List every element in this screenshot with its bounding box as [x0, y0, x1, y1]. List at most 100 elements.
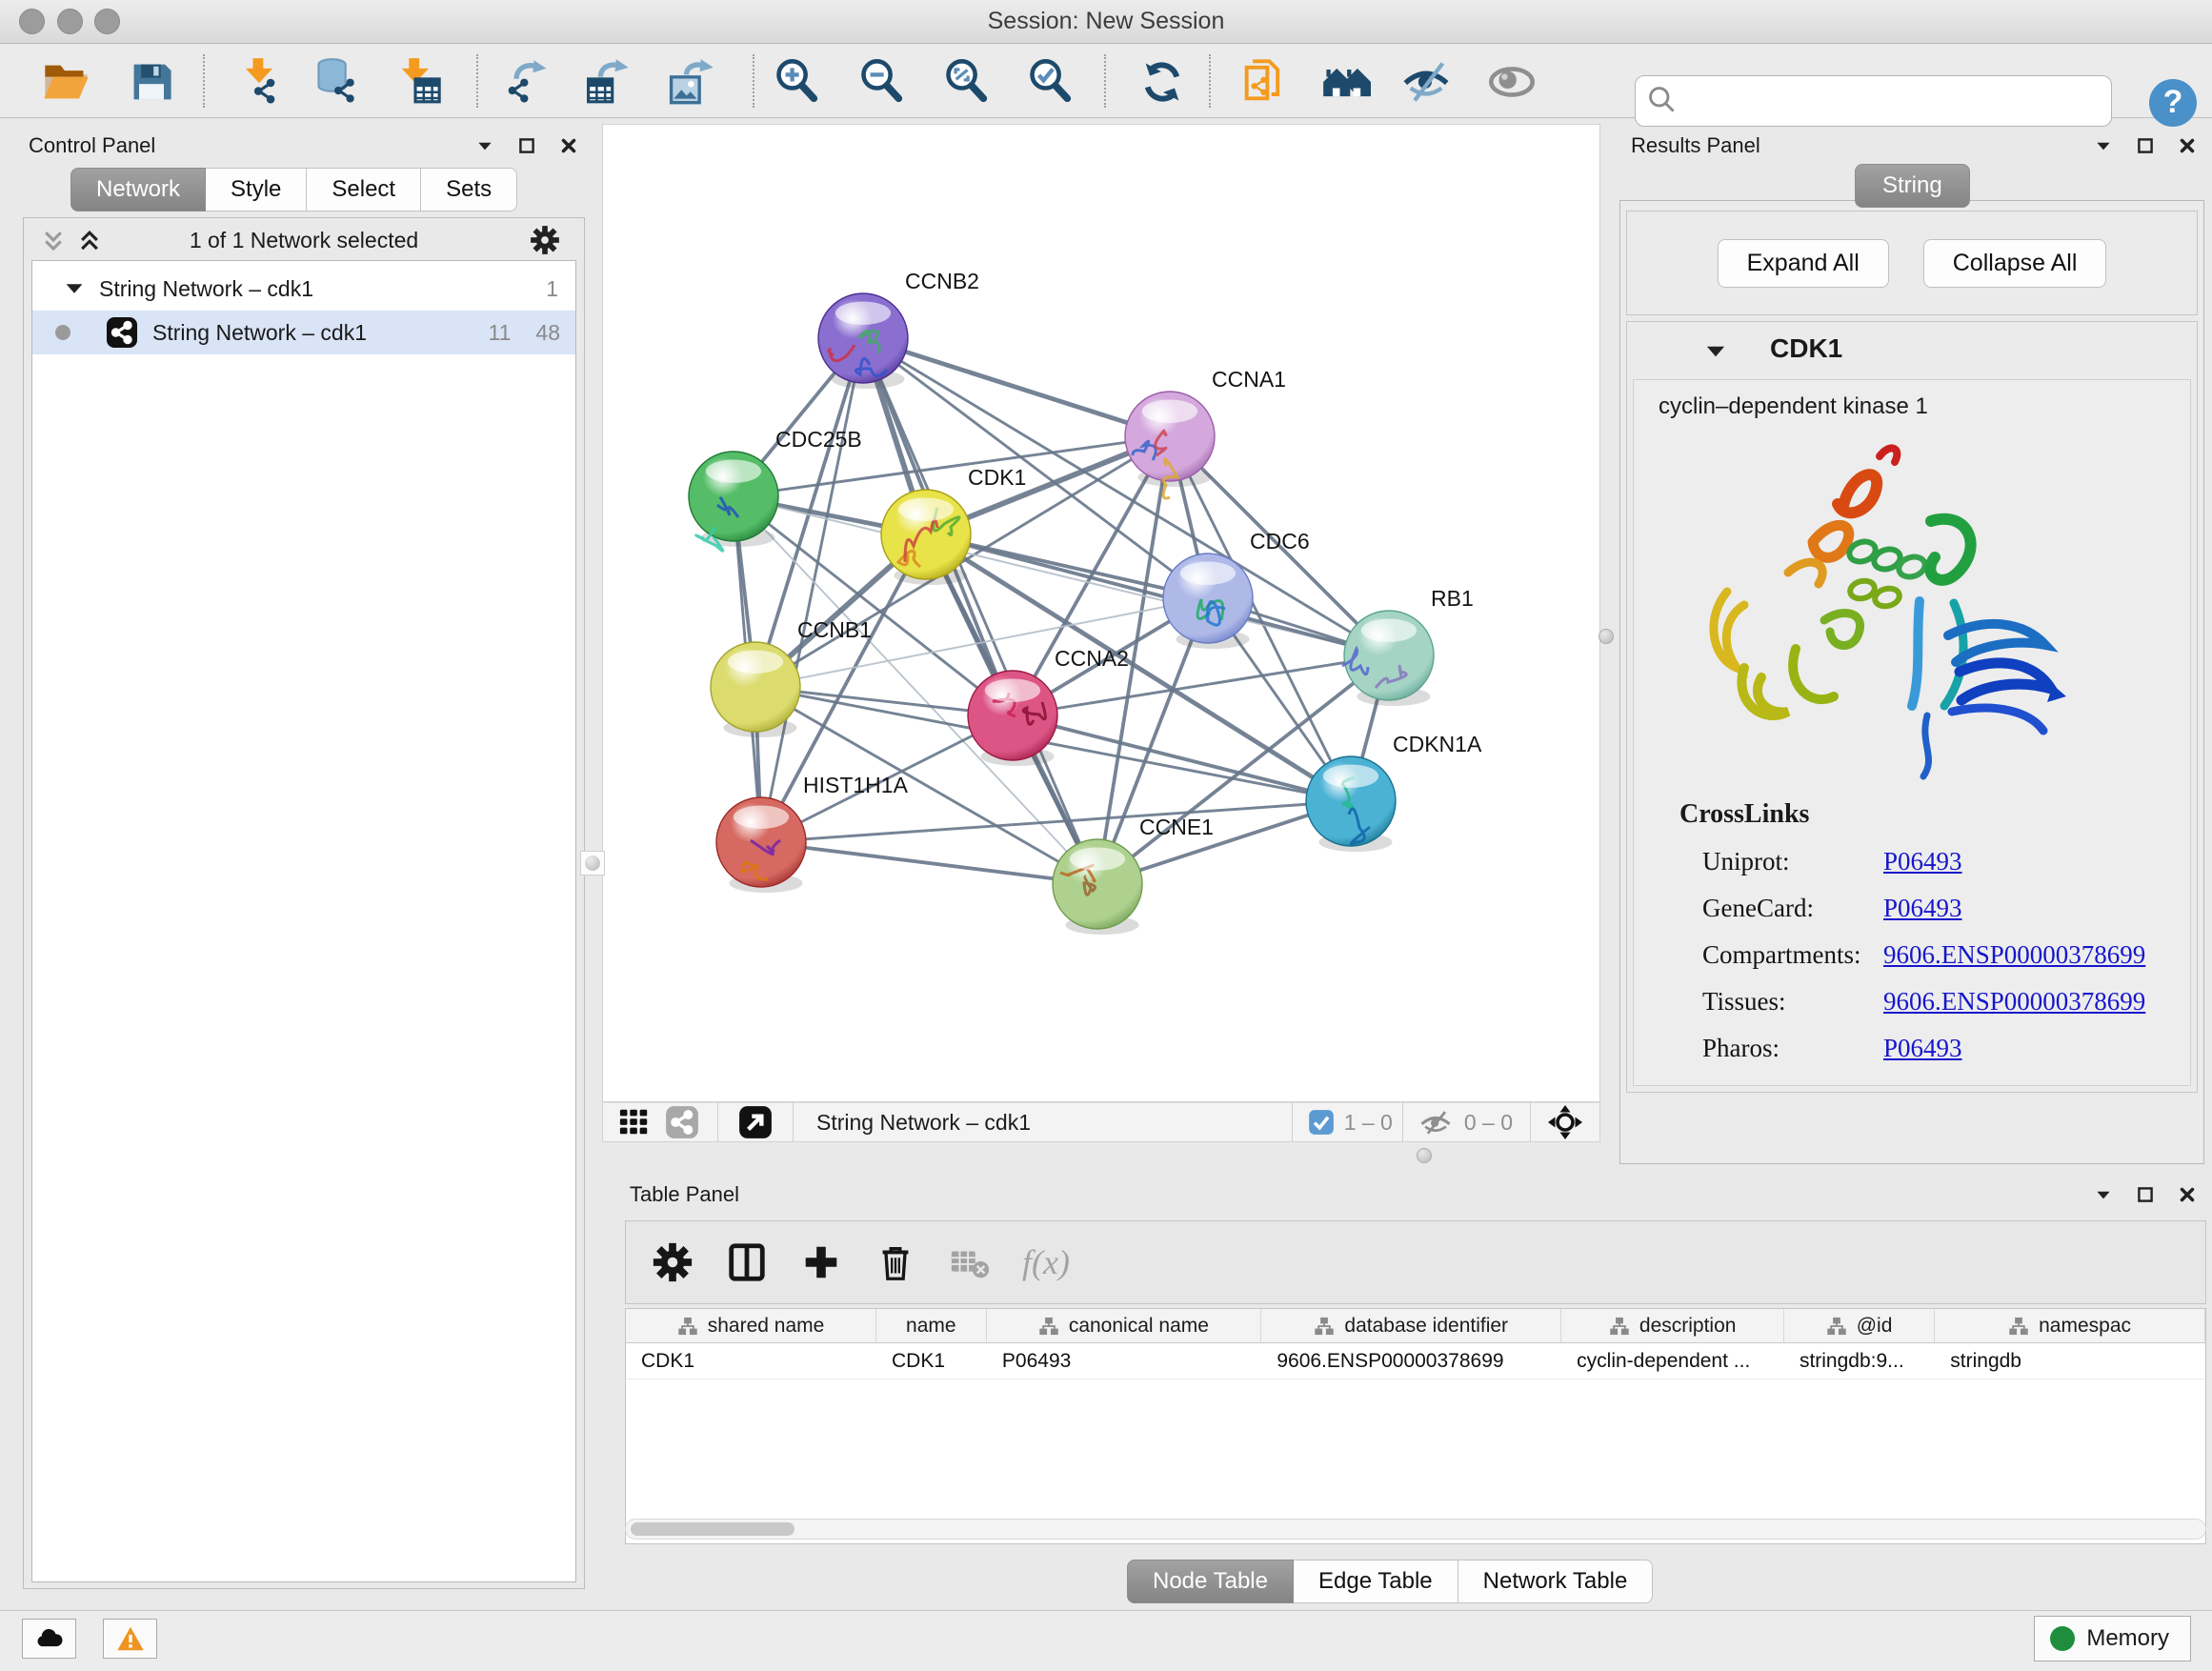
tab-style[interactable]: Style	[206, 168, 307, 211]
network-edge[interactable]	[761, 338, 863, 842]
network-edge[interactable]	[863, 338, 1097, 884]
import-network-from-file-button[interactable]	[232, 57, 286, 107]
search-field[interactable]	[1635, 75, 2112, 127]
collapse-all-button[interactable]: Collapse All	[1923, 239, 2107, 288]
grid-mode-icon[interactable]	[618, 1106, 651, 1138]
crosslink-link[interactable]: P06493	[1883, 847, 1962, 876]
show-columns-icon[interactable]	[725, 1240, 769, 1284]
export-image-button[interactable]	[665, 57, 718, 107]
network-selection-status: 1 of 1 Network selected	[24, 228, 584, 253]
tab-edge-table[interactable]: Edge Table	[1294, 1560, 1458, 1603]
collection-count: 1	[546, 276, 558, 302]
panel-menu-icon[interactable]	[2093, 1184, 2114, 1205]
gene-expander-icon[interactable]	[1703, 339, 1728, 364]
network-node-CCNB2[interactable]: CCNB2	[818, 269, 979, 389]
panel-close-icon[interactable]	[2177, 1184, 2198, 1205]
column-header-shared-name[interactable]: shared name	[626, 1309, 876, 1342]
warnings-button[interactable]	[103, 1619, 157, 1659]
network-options-gear-icon[interactable]	[529, 224, 561, 256]
expand-all-button[interactable]: Expand All	[1718, 239, 1889, 288]
crosslink-link[interactable]: P06493	[1883, 894, 1962, 923]
export-table-button[interactable]	[581, 57, 634, 107]
zoom-out-button[interactable]	[855, 57, 909, 107]
network-canvas[interactable]: CCNB2 CCNA1 CDC25B CDK1 CDC6 RB1 CCNB1	[602, 124, 1600, 1102]
cloud-button[interactable]	[22, 1619, 76, 1659]
network-edge[interactable]	[761, 801, 1351, 842]
network-node-CDK1[interactable]: CDK1	[881, 465, 1026, 585]
zoom-fit-button[interactable]	[940, 57, 994, 107]
panel-close-icon[interactable]	[558, 135, 579, 156]
table-panel: Table Panel f(x) shared namenamecanonica…	[616, 1167, 2212, 1597]
network-node-CDC25B[interactable]: CDC25B	[689, 427, 862, 551]
network-row-selected[interactable]: String Network – cdk1 11 48	[32, 311, 575, 354]
table-cell: 9606.ENSP00000378699	[1261, 1343, 1561, 1379]
search-input[interactable]	[1679, 89, 2111, 114]
selected-checkbox-icon[interactable]	[1308, 1109, 1335, 1136]
network-collection-row[interactable]: String Network – cdk1 1	[32, 267, 575, 311]
column-header-name[interactable]: name	[876, 1309, 986, 1342]
zoom-in-button[interactable]	[771, 57, 824, 107]
add-column-icon[interactable]	[799, 1240, 843, 1284]
column-header-database-identifier[interactable]: database identifier	[1261, 1309, 1561, 1342]
horizontal-splitter-handle[interactable]	[1417, 1148, 1432, 1163]
network-edge[interactable]	[926, 534, 1389, 655]
network-node-CCNA1[interactable]: CCNA1	[1125, 367, 1286, 498]
crosslink-link[interactable]: 9606.ENSP00000378699	[1883, 987, 2145, 1017]
network-mode-icon[interactable]	[664, 1104, 700, 1140]
column-header-description[interactable]: description	[1561, 1309, 1784, 1342]
crosslink-link[interactable]: P06493	[1883, 1034, 1962, 1063]
save-session-button[interactable]	[125, 57, 178, 107]
scrollbar-thumb[interactable]	[631, 1522, 794, 1536]
panel-menu-icon[interactable]	[2093, 135, 2114, 156]
crosslink-link[interactable]: 9606.ENSP00000378699	[1883, 940, 2145, 970]
network-edge[interactable]	[863, 338, 1170, 436]
network-graph[interactable]: CCNB2 CCNA1 CDC25B CDK1 CDC6 RB1 CCNB1	[603, 125, 1599, 1101]
column-header-canonical-name[interactable]: canonical name	[987, 1309, 1262, 1342]
duplicate-network-button[interactable]	[1237, 57, 1290, 107]
open-session-button[interactable]	[39, 57, 92, 107]
network-edge[interactable]	[761, 842, 1097, 884]
birdseye-navigator-icon[interactable]	[1546, 1103, 1584, 1141]
network-node-CDKN1A[interactable]: CDKN1A	[1306, 732, 1482, 852]
panel-close-icon[interactable]	[2177, 135, 2198, 156]
panel-menu-icon[interactable]	[474, 135, 495, 156]
column-header-@id[interactable]: @id	[1784, 1309, 1935, 1342]
help-button[interactable]: ?	[2149, 79, 2197, 127]
detach-view-icon[interactable]	[737, 1104, 774, 1140]
tab-select[interactable]: Select	[307, 168, 421, 211]
network-view-title: String Network – cdk1	[816, 1110, 1292, 1136]
importtable-icon	[391, 57, 444, 107]
panel-float-icon[interactable]	[2135, 1184, 2156, 1205]
memory-button[interactable]: Memory	[2034, 1616, 2191, 1661]
table-horizontal-scrollbar[interactable]	[625, 1519, 2206, 1540]
table-row[interactable]: CDK1CDK1P064939606.ENSP00000378699cyclin…	[626, 1343, 2205, 1379]
left-splitter-handle[interactable]	[580, 851, 605, 876]
exportnet-icon	[501, 57, 554, 107]
tab-network-table[interactable]: Network Table	[1458, 1560, 1654, 1603]
panel-float-icon[interactable]	[516, 135, 537, 156]
panel-float-icon[interactable]	[2135, 135, 2156, 156]
node-layer: CCNB2 CCNA1 CDC25B CDK1 CDC6 RB1 CCNB1	[689, 269, 1482, 935]
tab-network[interactable]: Network	[70, 168, 206, 211]
import-table-from-file-button[interactable]	[391, 57, 444, 107]
import-network-from-database-button[interactable]	[311, 57, 364, 107]
node-label: CCNB2	[905, 269, 979, 293]
show-all-button[interactable]	[1319, 57, 1373, 107]
table-settings-gear-icon[interactable]	[651, 1240, 694, 1284]
zoom-selected-button[interactable]	[1024, 57, 1077, 107]
crosslink-row: GeneCard:P06493	[1702, 894, 2190, 923]
column-header-namespac[interactable]: namespac	[1935, 1309, 2205, 1342]
export-network-button[interactable]	[501, 57, 554, 107]
show-hidden-button[interactable]	[1485, 57, 1538, 107]
delete-column-trash-icon[interactable]	[874, 1240, 917, 1284]
eyehide-icon	[1399, 57, 1453, 107]
apply-layout-button[interactable]	[1136, 57, 1189, 107]
network-node-RB1[interactable]: RB1	[1342, 586, 1474, 706]
tab-node-table[interactable]: Node Table	[1127, 1560, 1294, 1603]
collection-expander-icon[interactable]	[63, 277, 86, 300]
toolbar-separator	[1209, 54, 1211, 108]
tab-string[interactable]: String	[1855, 164, 1970, 208]
hide-selected-button[interactable]	[1399, 57, 1453, 107]
tab-sets[interactable]: Sets	[421, 168, 517, 211]
selected-counts: 1 – 0	[1344, 1110, 1393, 1136]
